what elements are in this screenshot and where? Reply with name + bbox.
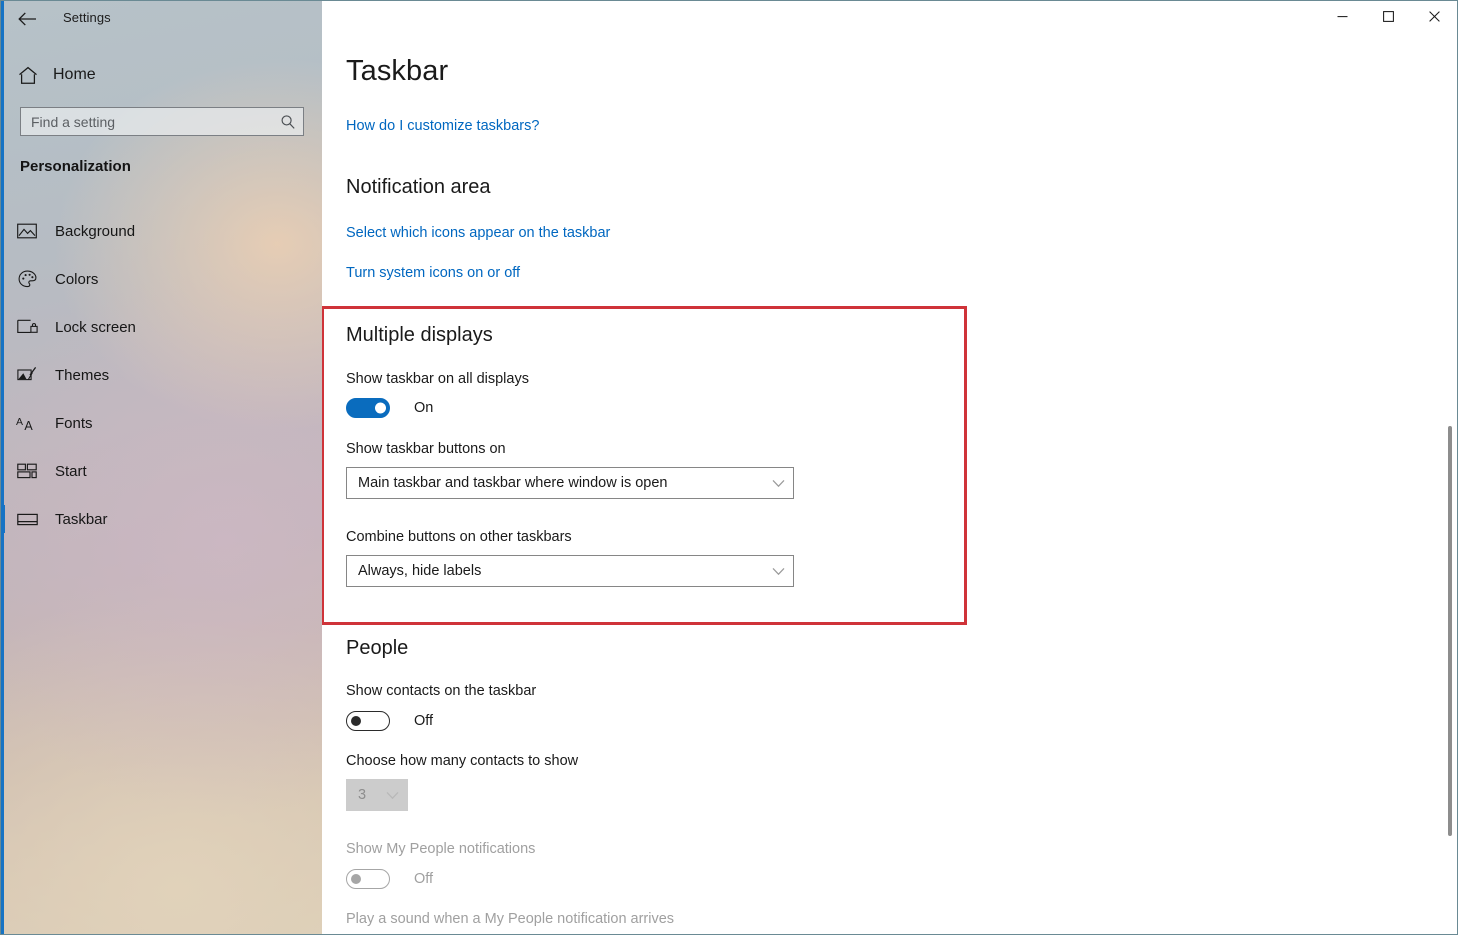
image-icon <box>15 219 39 243</box>
sidebar-item-colors-label: Colors <box>55 270 99 288</box>
sidebar-item-fonts[interactable]: A A Fonts <box>1 399 322 447</box>
search-icon[interactable] <box>275 108 301 135</box>
sidebar-item-home-label: Home <box>53 66 96 83</box>
sidebar-item-background-label: Background <box>55 222 136 240</box>
sidebar-item-taskbar[interactable]: Taskbar <box>1 495 322 543</box>
heading-notification-area: Notification area <box>346 176 491 198</box>
dropdown-combine-buttons-value: Always, hide labels <box>358 563 482 579</box>
toggle-knob <box>375 402 386 414</box>
chevron-down-icon <box>763 479 793 488</box>
back-button[interactable] <box>11 5 43 33</box>
page-title: Taskbar <box>346 55 449 87</box>
themes-brush-icon <box>15 363 39 387</box>
sidebar-item-background[interactable]: Background <box>1 207 322 255</box>
toggle-knob <box>351 874 361 884</box>
maximize-icon <box>1382 11 1394 22</box>
sidebar-category-label: Personalization <box>20 158 131 175</box>
fonts-aa-icon: A A <box>15 411 39 435</box>
dropdown-contacts-count: 3 <box>346 779 408 811</box>
taskbar-icon <box>15 507 39 531</box>
sidebar-item-home[interactable]: Home <box>1 59 322 91</box>
label-show-my-people-notifications: Show My People notifications <box>346 841 536 857</box>
sidebar: Settings Home Personalization <box>1 1 322 934</box>
label-play-sound-notification: Play a sound when a My People notificati… <box>346 911 675 927</box>
link-select-which-icons[interactable]: Select which icons appear on the taskbar <box>346 225 610 241</box>
toggle-knob <box>351 716 361 726</box>
chevron-down-icon <box>763 567 793 576</box>
heading-people: People <box>346 637 409 659</box>
toggle-state-show-contacts: Off <box>414 713 434 729</box>
dropdown-contacts-count-value: 3 <box>358 787 367 803</box>
toggle-row-my-people-notifications: Off <box>346 869 433 889</box>
window-controls <box>1319 1 1457 32</box>
sidebar-item-taskbar-label: Taskbar <box>55 510 108 528</box>
start-tiles-icon <box>15 459 39 483</box>
link-turn-system-icons[interactable]: Turn system icons on or off <box>346 265 520 281</box>
close-button[interactable] <box>1411 1 1457 32</box>
main-content: Taskbar How do I customize taskbars? Not… <box>322 1 1457 934</box>
label-show-taskbar-buttons-on: Show taskbar buttons on <box>346 441 506 457</box>
sidebar-item-fonts-label: Fonts <box>55 414 93 432</box>
app-title: Settings <box>63 10 111 25</box>
dropdown-show-taskbar-buttons-on[interactable]: Main taskbar and taskbar where window is… <box>346 467 794 499</box>
search-box[interactable] <box>20 107 304 136</box>
toggle-state-my-people-notifications: Off <box>414 871 434 887</box>
minimize-button[interactable] <box>1319 1 1365 32</box>
palette-icon <box>15 267 39 291</box>
dropdown-combine-buttons-other-taskbars[interactable]: Always, hide labels <box>346 555 794 587</box>
sidebar-item-start-label: Start <box>55 462 87 480</box>
sidebar-item-themes-label: Themes <box>55 366 110 384</box>
toggle-row-show-contacts: Off <box>346 711 433 731</box>
label-show-taskbar-all-displays: Show taskbar on all displays <box>346 371 529 387</box>
sidebar-item-themes[interactable]: Themes <box>1 351 322 399</box>
maximize-button[interactable] <box>1365 1 1411 32</box>
close-icon <box>1428 11 1440 22</box>
heading-multiple-displays: Multiple displays <box>346 324 493 346</box>
home-icon <box>15 62 41 88</box>
settings-window: Settings Home Personalization <box>0 0 1458 935</box>
toggle-state-show-all-displays: On <box>414 400 434 416</box>
scrollbar-vertical[interactable] <box>1442 32 1457 934</box>
sidebar-item-lock-screen[interactable]: Lock screen <box>1 303 322 351</box>
chevron-down-icon <box>377 791 407 800</box>
back-arrow-icon <box>17 12 36 26</box>
sidebar-item-lock-screen-label: Lock screen <box>55 318 136 336</box>
label-combine-buttons-other-taskbars: Combine buttons on other taskbars <box>346 529 572 545</box>
toggle-my-people-notifications <box>346 869 390 889</box>
toggle-show-contacts-taskbar[interactable] <box>346 711 390 731</box>
selection-indicator <box>1 505 5 533</box>
sidebar-item-start[interactable]: Start <box>1 447 322 495</box>
svg-text:A: A <box>24 419 33 432</box>
lock-screen-icon <box>15 315 39 339</box>
sidebar-titlebar: Settings <box>1 1 322 35</box>
dropdown-show-taskbar-buttons-on-value: Main taskbar and taskbar where window is… <box>358 475 668 491</box>
svg-text:A: A <box>16 416 23 428</box>
minimize-icon <box>1337 16 1347 18</box>
label-choose-contacts-count: Choose how many contacts to show <box>346 753 579 769</box>
sidebar-item-colors[interactable]: Colors <box>1 255 322 303</box>
toggle-row-show-all-displays: On <box>346 398 433 418</box>
sidebar-nav-list: Background Colors Lock screen Themes A A… <box>1 207 322 543</box>
search-input[interactable] <box>21 113 275 130</box>
label-show-contacts-taskbar: Show contacts on the taskbar <box>346 683 537 699</box>
toggle-show-taskbar-all-displays[interactable] <box>346 398 390 418</box>
scrollbar-thumb[interactable] <box>1448 426 1452 836</box>
link-how-customize-taskbars[interactable]: How do I customize taskbars? <box>346 118 539 134</box>
